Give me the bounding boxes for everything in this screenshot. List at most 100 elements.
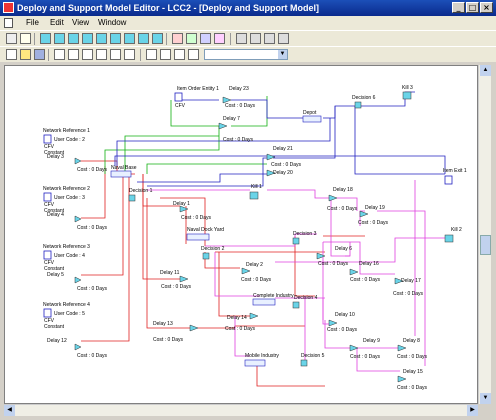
info-tool-icon[interactable] [236,33,247,44]
layout-tool-icon[interactable] [250,33,261,44]
delay-node [397,375,407,383]
minimize-button[interactable]: _ [452,2,465,13]
delay-9[interactable]: Delay 9 Cost : 0 Days [349,338,381,360]
zoom-fit-icon[interactable] [174,49,185,60]
delay-label: Delay 1 [173,201,190,207]
split-tool-icon[interactable] [124,33,135,44]
depot-mobile-industry[interactable]: Mobile Industry [244,353,279,367]
kill-tool-icon[interactable] [82,33,93,44]
vertical-scrollbar[interactable]: ▲ ▼ [478,65,491,404]
new-icon[interactable] [6,49,17,60]
entity-label: Network Reference 3 [43,244,90,250]
delay-18[interactable]: Delay 18 Cost : 0 Days [327,187,358,212]
link [256,366,325,387]
delay-2[interactable]: Delay 2 Cost : 0 Days [241,262,272,283]
scroll-up-icon[interactable]: ▲ [480,65,491,76]
delete-icon[interactable] [96,49,107,60]
delay-label: Delay 23 [229,86,249,92]
grid-tool-icon[interactable] [264,33,275,44]
kill-1[interactable]: Kill 1 [249,184,262,200]
delay-21[interactable]: Delay 21 Cost : 0 Days [266,146,302,168]
menu-file[interactable]: File [26,18,39,27]
mail-tool-icon[interactable] [278,33,289,44]
link [354,106,445,175]
depot-complete-industry[interactable]: Complete Industry [252,293,294,306]
depot-naval-base[interactable]: Naval Base [110,165,137,178]
item-exit[interactable]: Item Exit 1 [443,168,467,185]
decision-3[interactable]: Decision 3 [292,231,317,245]
delay-tool-icon[interactable] [54,33,65,44]
scroll-thumb[interactable] [480,235,491,255]
entity-network-ref-4[interactable]: Network Reference 4 User Code : 5 CFV Co… [43,302,108,359]
save-icon[interactable] [34,49,45,60]
decision-2[interactable]: Decision 2 [201,246,225,260]
item-order-entity[interactable]: Item Order Entity 1 CFV [174,86,219,109]
delay-16[interactable]: Delay 16 Cost : 0 Days [349,261,381,283]
entity-network-ref-3[interactable]: Network Reference 3 User Code : 4 CFV Co… [43,244,108,292]
loop-tool-icon[interactable] [152,33,163,44]
copy-icon[interactable] [68,49,79,60]
green-link-tool-icon[interactable] [186,33,197,44]
delay-label: Delay 3 [47,154,64,160]
route-tool-icon[interactable] [138,33,149,44]
entity-network-ref-1[interactable]: Network Reference 1 User Code : 2 CFV Co… [43,128,108,173]
entity-tool-icon[interactable] [40,33,51,44]
delay-10[interactable]: Delay 10 Cost : 0 Days [327,312,358,333]
delay-11[interactable]: Delay 11 Cost : 0 Days [160,270,192,290]
exit-label: Item Exit 1 [443,168,467,174]
zoom-in-icon[interactable] [146,49,157,60]
close-button[interactable]: × [480,2,493,13]
decision-1[interactable]: Decision 1 [128,188,153,202]
depot-naval-dock-yard[interactable]: Naval Dock Yard [186,227,224,241]
open-icon[interactable] [20,49,31,60]
maximize-button[interactable]: □ [466,2,479,13]
delay-8[interactable]: Delay 8 Cost : 0 Days [397,338,428,360]
entity-label: Network Reference 2 [43,186,90,192]
delay-node [316,252,326,260]
delay-7[interactable]: Delay 7 Cost : 0 Days [218,116,254,143]
delay-20[interactable]: Delay 20 [266,169,293,177]
delay-cost: Cost : 0 Days [397,385,428,391]
delay-label: Delay 14 [227,315,247,321]
delay-17[interactable]: Delay 17 Cost : 0 Days [393,277,424,297]
zoom-combo[interactable]: ▼ [204,49,288,60]
horizontal-scrollbar[interactable]: ◀ ▶ [4,404,478,416]
properties-icon[interactable] [110,49,121,60]
model-canvas[interactable]: Network Reference 1 User Code : 2 CFV Co… [4,65,478,404]
magenta-link-tool-icon[interactable] [214,33,225,44]
cut-icon[interactable] [54,49,65,60]
kill-2[interactable]: Kill 2 [444,227,462,243]
delay-node [266,153,276,161]
decision-tool-icon[interactable] [96,33,107,44]
decision-node [128,194,136,202]
delay-23[interactable]: Delay 23 Cost : 0 Days [222,86,256,109]
menu-edit[interactable]: Edit [50,18,64,27]
settings-icon[interactable] [124,49,135,60]
menu-window[interactable]: Window [98,18,126,27]
delay-1[interactable]: Delay 1 Cost : 0 Days [173,201,212,221]
entity-network-ref-2[interactable]: Network Reference 2 User Code : 3 CFV Co… [43,186,108,231]
depot[interactable]: Depot [302,110,322,123]
red-link-tool-icon[interactable] [172,33,183,44]
delay-6[interactable]: Delay 6 Cost : 0 Days [316,246,352,267]
delay-19[interactable]: Delay 19 Cost : 0 Days [358,205,389,226]
delay-label: Delay 21 [273,146,293,152]
delay-14[interactable]: Delay 14 Cost : 0 Days [225,312,259,332]
pointer-tool-icon[interactable] [6,33,17,44]
hand-tool-icon[interactable] [20,33,31,44]
delay-13[interactable]: Delay 13 Cost : 0 Days [153,321,199,343]
menu-view[interactable]: View [72,18,89,27]
zoom-out-icon[interactable] [160,49,171,60]
exit-tool-icon[interactable] [68,33,79,44]
scroll-left-icon[interactable]: ◀ [4,405,15,416]
decision-5[interactable]: Decision 5 [300,353,325,367]
zoom-page-icon[interactable] [188,49,199,60]
delay-15[interactable]: Delay 15 Cost : 0 Days [397,369,428,391]
blue-link-tool-icon[interactable] [200,33,211,44]
merge-tool-icon[interactable] [110,33,121,44]
paste-icon[interactable] [82,49,93,60]
scroll-down-icon[interactable]: ▼ [480,393,491,404]
decision-node [292,237,300,245]
delay-cost: Cost : 0 Days [358,220,389,226]
scroll-right-icon[interactable]: ▶ [467,405,478,416]
